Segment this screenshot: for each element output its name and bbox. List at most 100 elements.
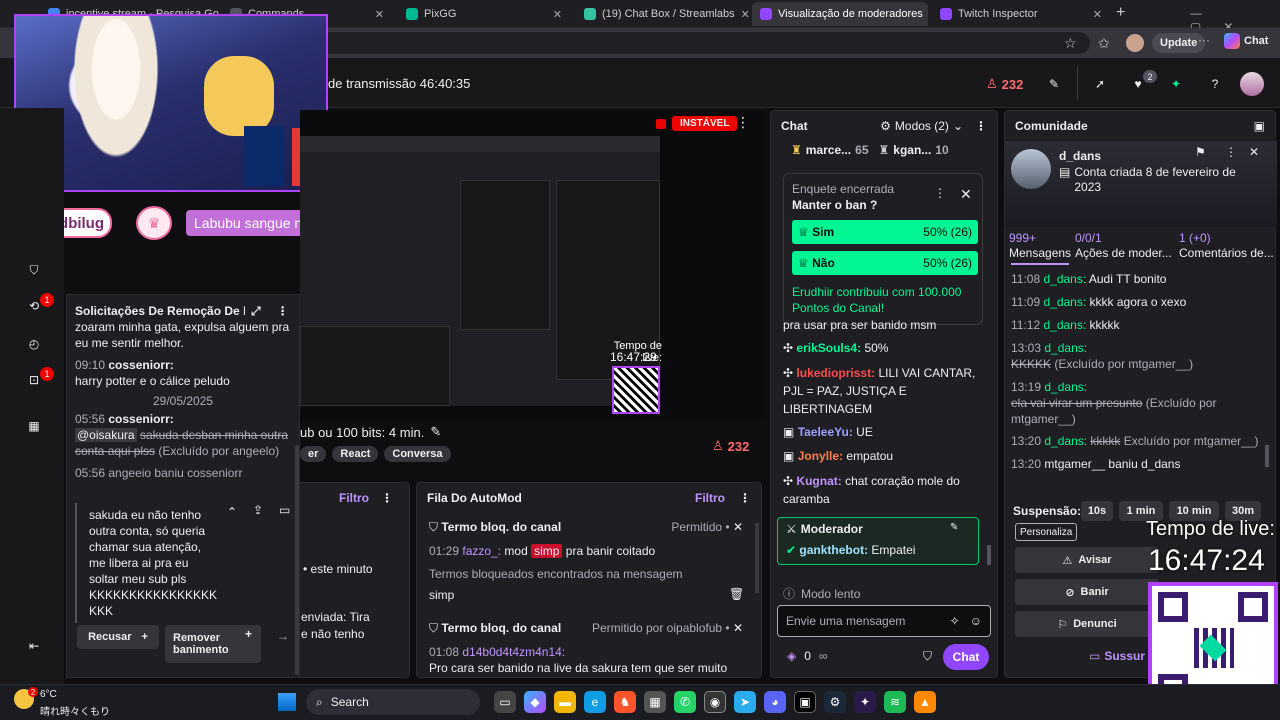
discord-icon[interactable]: ◕ xyxy=(764,691,786,713)
more-icon[interactable]: ··· xyxy=(1198,33,1210,47)
stat-mod-actions[interactable]: 0/0/1 Ações de moder... xyxy=(1075,231,1172,261)
copilot-chat-button[interactable]: Chat xyxy=(1224,33,1268,49)
help-icon[interactable]: ? xyxy=(1205,74,1225,94)
more-vertical-icon[interactable]: ⋮ xyxy=(736,114,750,131)
scrollbar[interactable] xyxy=(1265,445,1269,467)
app-icon[interactable]: ✦ xyxy=(854,691,876,713)
emoji-icon[interactable]: ☺ xyxy=(970,614,982,628)
scrollbar[interactable] xyxy=(295,445,299,675)
close-icon[interactable]: ✕ xyxy=(1093,8,1102,21)
whisper-link[interactable]: ▭ Sussur xyxy=(1089,649,1145,663)
channel-points[interactable]: ◈ 0 ∞ xyxy=(787,649,827,663)
filter-button[interactable]: Filtro xyxy=(695,491,725,505)
pin-icon[interactable]: ⚑ xyxy=(1195,145,1206,159)
close-icon[interactable]: ✕ xyxy=(733,620,743,637)
date-separator: 29/05/2025 xyxy=(153,394,214,408)
new-tab-button[interactable]: + xyxy=(1116,4,1125,22)
expand-icon[interactable]: ⤢ xyxy=(251,304,261,319)
mini-live-value: 16:47:29 xyxy=(610,350,657,364)
rocket-icon[interactable]: ➚ xyxy=(1090,74,1110,94)
shield-icon[interactable]: ⛉ xyxy=(923,649,932,664)
log-entry: 13:20 mtgamer__ baniu d_dans xyxy=(1011,457,1181,471)
clock-icon[interactable]: ◴ xyxy=(24,334,44,354)
cake-icon: ♛ xyxy=(136,206,172,240)
sparkle-icon[interactable]: ✧ xyxy=(950,614,960,628)
close-icon[interactable]: ✕ xyxy=(960,186,972,203)
star-icon[interactable]: ☆ xyxy=(1064,35,1077,52)
store-icon[interactable]: ▦ xyxy=(644,691,666,713)
obs-icon[interactable]: ◉ xyxy=(704,691,726,713)
preview-automod xyxy=(300,326,450,406)
user-avatar[interactable] xyxy=(1240,72,1264,96)
close-icon[interactable]: ✕ xyxy=(741,8,750,21)
capcut-icon[interactable]: ▣ xyxy=(794,691,816,713)
more-vertical-icon[interactable]: ⋮ xyxy=(1225,145,1237,159)
reject-button[interactable]: Recusar + xyxy=(77,625,159,649)
duration-button[interactable]: 10s xyxy=(1081,501,1113,521)
edit-pencil-icon[interactable]: ✎ xyxy=(430,424,441,440)
close-icon[interactable]: ✕ xyxy=(1249,145,1259,159)
task-view-icon[interactable]: ▭ xyxy=(494,691,516,713)
more-vertical-icon[interactable]: ⋮ xyxy=(277,304,289,318)
trash-icon[interactable]: 🗑 xyxy=(729,587,744,601)
ban-button[interactable]: ⊘ Banir xyxy=(1015,579,1159,605)
close-icon[interactable]: ✕ xyxy=(553,8,562,21)
chat-input[interactable]: Envie uma mensagem ✧ ☺ xyxy=(777,605,991,637)
tab-moderadores[interactable]: Visualização de moderadores✕ xyxy=(752,2,928,26)
steam-icon[interactable]: ⚙ xyxy=(824,691,846,713)
stream-uptime-title: de transmissão 46:40:35 xyxy=(328,76,471,91)
dashboard-icon[interactable]: ▦ xyxy=(24,416,44,436)
left-lower-panel: Filtro ⋮ • este minuto enviada: Tira e nã… xyxy=(298,482,410,678)
profile-avatar[interactable] xyxy=(1126,34,1144,52)
stream-tag[interactable]: Conversa xyxy=(384,446,451,462)
copilot-icon[interactable]: ◆ xyxy=(524,691,546,713)
edge-icon[interactable]: e xyxy=(584,691,606,713)
record-icon xyxy=(656,118,666,129)
close-icon[interactable]: ✕ xyxy=(375,8,384,21)
arrow-right-icon[interactable]: → xyxy=(277,629,289,643)
comment-icon[interactable]: ▭ xyxy=(279,503,290,517)
share-icon[interactable]: ⇪ xyxy=(253,503,263,517)
windows-start-icon[interactable] xyxy=(278,693,296,711)
scrollbar[interactable] xyxy=(987,545,991,565)
sidebar-toggle-icon[interactable]: ▣ xyxy=(1254,119,1265,133)
sparkle-icon[interactable]: ✦ xyxy=(1166,74,1186,94)
exit-icon[interactable]: ⇤ xyxy=(24,636,44,656)
stream-tag[interactable]: er xyxy=(300,446,327,462)
edit-pencil-icon[interactable]: ✎ xyxy=(950,522,958,533)
viewer-count: ♙ 232 xyxy=(986,76,1024,92)
filter-button[interactable]: Filtro xyxy=(339,491,369,505)
more-vertical-icon[interactable]: ⋮ xyxy=(381,491,393,505)
customize-button[interactable]: Personaliza xyxy=(1015,523,1078,541)
shield-icon: ⛉ xyxy=(429,621,439,635)
taskbar-search[interactable]: ⌕ Search xyxy=(306,689,480,715)
warn-button[interactable]: ⚠ Avisar xyxy=(1015,547,1159,573)
more-vertical-icon[interactable]: ⋮ xyxy=(934,186,946,200)
edit-pencil-icon[interactable]: ✎ xyxy=(1044,74,1064,94)
stream-tag[interactable]: React xyxy=(332,446,379,462)
vlc-icon[interactable]: ▲ xyxy=(914,691,936,713)
telegram-icon[interactable]: ➤ xyxy=(734,691,756,713)
spotify-icon[interactable]: ≋ xyxy=(884,691,906,713)
tab-streamlabs[interactable]: (19) Chat Box / Streamlabs ✕ xyxy=(576,2,750,26)
automod-message: 01:08 d14b0d4t4zm4n14: xyxy=(429,645,566,659)
shield-icon[interactable]: ⛉ xyxy=(24,260,44,280)
brave-icon[interactable]: ♞ xyxy=(614,691,636,713)
stream-status: INSTÁVEL xyxy=(656,116,738,131)
folder-icon[interactable]: ▬ xyxy=(554,691,576,713)
tab-pixgg[interactable]: PixGG ✕ xyxy=(398,2,570,26)
modes-dropdown[interactable]: ⚙ Modos (2) ⌄ xyxy=(880,119,963,133)
poll-option: ♕ Não 50% (26) xyxy=(792,251,978,275)
stat-comments[interactable]: 1 (+0) Comentários de... xyxy=(1179,231,1275,261)
report-button[interactable]: ⚐ Denunci xyxy=(1015,611,1159,637)
scrollbar[interactable] xyxy=(755,523,759,593)
whatsapp-icon[interactable]: ✆ xyxy=(674,691,696,713)
more-vertical-icon[interactable]: ⋮ xyxy=(975,119,987,133)
send-chat-button[interactable]: Chat xyxy=(943,644,989,670)
more-vertical-icon[interactable]: ⋮ xyxy=(739,491,751,505)
close-icon[interactable]: ✕ xyxy=(733,519,743,536)
stat-messages[interactable]: 999+ Mensagens xyxy=(1009,231,1071,261)
chevron-up-icon[interactable]: ⌃ xyxy=(227,505,237,519)
favorites-icon[interactable]: ✩ xyxy=(1098,35,1110,52)
tab-inspector[interactable]: Twitch Inspector ✕ xyxy=(932,2,1110,26)
